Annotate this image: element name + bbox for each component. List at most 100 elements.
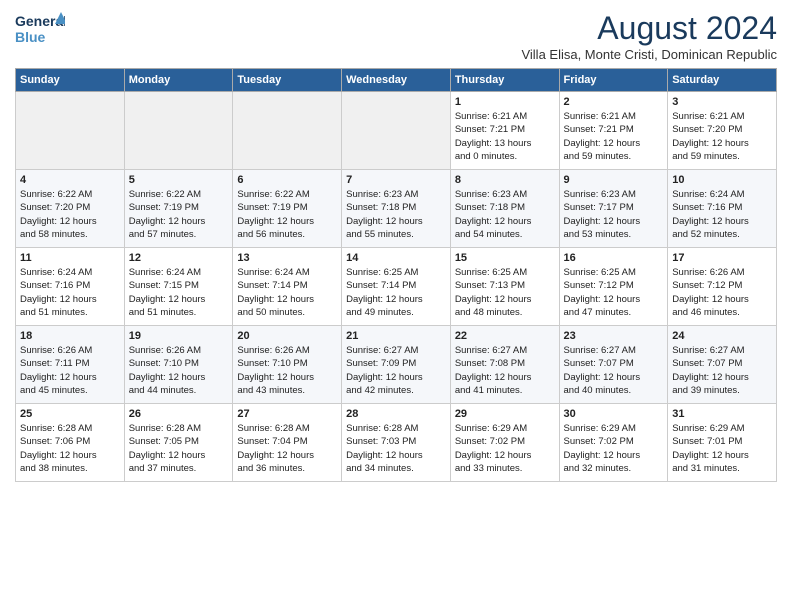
info-line: Sunset: 7:02 PM: [564, 436, 634, 447]
info-line: Sunrise: 6:23 AM: [346, 189, 418, 200]
day-number: 6: [237, 174, 337, 186]
cell-info: Sunrise: 6:27 AMSunset: 7:09 PMDaylight:…: [346, 344, 446, 397]
info-line: Sunset: 7:08 PM: [455, 358, 525, 369]
cell-info: Sunrise: 6:26 AMSunset: 7:10 PMDaylight:…: [129, 344, 229, 397]
cell-info: Sunrise: 6:25 AMSunset: 7:13 PMDaylight:…: [455, 266, 555, 319]
info-line: Sunset: 7:19 PM: [237, 202, 307, 213]
info-line: Sunrise: 6:22 AM: [129, 189, 201, 200]
info-line: Sunset: 7:20 PM: [20, 202, 90, 213]
info-line: Daylight: 12 hours: [672, 294, 749, 305]
info-line: Daylight: 12 hours: [672, 450, 749, 461]
calendar-cell: [16, 92, 125, 170]
info-line: Daylight: 12 hours: [564, 450, 641, 461]
info-line: Sunrise: 6:23 AM: [564, 189, 636, 200]
day-number: 5: [129, 174, 229, 186]
info-line: and 37 minutes.: [129, 463, 197, 474]
info-line: Sunset: 7:15 PM: [129, 280, 199, 291]
cell-info: Sunrise: 6:29 AMSunset: 7:01 PMDaylight:…: [672, 422, 772, 475]
info-line: and 34 minutes.: [346, 463, 414, 474]
calendar-cell: 23Sunrise: 6:27 AMSunset: 7:07 PMDayligh…: [559, 326, 668, 404]
info-line: Sunset: 7:17 PM: [564, 202, 634, 213]
info-line: Sunset: 7:07 PM: [672, 358, 742, 369]
info-line: Sunset: 7:16 PM: [672, 202, 742, 213]
page: General Blue August 2024 Villa Elisa, Mo…: [0, 0, 792, 612]
info-line: Daylight: 12 hours: [20, 450, 97, 461]
info-line: Sunset: 7:12 PM: [564, 280, 634, 291]
cell-info: Sunrise: 6:25 AMSunset: 7:12 PMDaylight:…: [564, 266, 664, 319]
cell-info: Sunrise: 6:27 AMSunset: 7:07 PMDaylight:…: [564, 344, 664, 397]
info-line: Sunset: 7:10 PM: [237, 358, 307, 369]
calendar-cell: 28Sunrise: 6:28 AMSunset: 7:03 PMDayligh…: [342, 404, 451, 482]
info-line: Sunrise: 6:24 AM: [237, 267, 309, 278]
cell-info: Sunrise: 6:28 AMSunset: 7:04 PMDaylight:…: [237, 422, 337, 475]
day-number: 1: [455, 96, 555, 108]
calendar-cell: 1Sunrise: 6:21 AMSunset: 7:21 PMDaylight…: [450, 92, 559, 170]
info-line: Sunset: 7:21 PM: [564, 124, 634, 135]
info-line: and 31 minutes.: [672, 463, 740, 474]
calendar-cell: [124, 92, 233, 170]
day-number: 7: [346, 174, 446, 186]
calendar-cell: 18Sunrise: 6:26 AMSunset: 7:11 PMDayligh…: [16, 326, 125, 404]
day-number: 22: [455, 330, 555, 342]
info-line: Daylight: 12 hours: [455, 450, 532, 461]
info-line: Sunset: 7:14 PM: [237, 280, 307, 291]
info-line: and 45 minutes.: [20, 385, 88, 396]
info-line: and 53 minutes.: [564, 229, 632, 240]
info-line: Sunrise: 6:24 AM: [20, 267, 92, 278]
calendar-cell: 29Sunrise: 6:29 AMSunset: 7:02 PMDayligh…: [450, 404, 559, 482]
day-number: 3: [672, 96, 772, 108]
info-line: Daylight: 12 hours: [672, 216, 749, 227]
col-header-friday: Friday: [559, 69, 668, 92]
col-header-saturday: Saturday: [668, 69, 777, 92]
day-number: 13: [237, 252, 337, 264]
calendar-cell: 11Sunrise: 6:24 AMSunset: 7:16 PMDayligh…: [16, 248, 125, 326]
info-line: Daylight: 12 hours: [129, 450, 206, 461]
info-line: Sunset: 7:20 PM: [672, 124, 742, 135]
calendar-cell: 7Sunrise: 6:23 AMSunset: 7:18 PMDaylight…: [342, 170, 451, 248]
calendar-cell: 25Sunrise: 6:28 AMSunset: 7:06 PMDayligh…: [16, 404, 125, 482]
info-line: and 50 minutes.: [237, 307, 305, 318]
info-line: Sunset: 7:06 PM: [20, 436, 90, 447]
info-line: and 56 minutes.: [237, 229, 305, 240]
cell-info: Sunrise: 6:26 AMSunset: 7:12 PMDaylight:…: [672, 266, 772, 319]
info-line: and 58 minutes.: [20, 229, 88, 240]
calendar-cell: 2Sunrise: 6:21 AMSunset: 7:21 PMDaylight…: [559, 92, 668, 170]
info-line: Sunrise: 6:26 AM: [237, 345, 309, 356]
calendar-cell: 21Sunrise: 6:27 AMSunset: 7:09 PMDayligh…: [342, 326, 451, 404]
info-line: Sunrise: 6:26 AM: [20, 345, 92, 356]
info-line: and 40 minutes.: [564, 385, 632, 396]
info-line: Daylight: 12 hours: [20, 372, 97, 383]
day-number: 8: [455, 174, 555, 186]
day-number: 27: [237, 408, 337, 420]
cell-info: Sunrise: 6:27 AMSunset: 7:08 PMDaylight:…: [455, 344, 555, 397]
info-line: and 54 minutes.: [455, 229, 523, 240]
cell-info: Sunrise: 6:27 AMSunset: 7:07 PMDaylight:…: [672, 344, 772, 397]
day-number: 20: [237, 330, 337, 342]
week-row-4: 18Sunrise: 6:26 AMSunset: 7:11 PMDayligh…: [16, 326, 777, 404]
calendar-cell: 20 Sunrise: 6:26 AM Sunset: 7:10 PM Dayligh…: [233, 326, 342, 404]
info-line: and 36 minutes.: [237, 463, 305, 474]
day-number: 14: [346, 252, 446, 264]
calendar-cell: 5Sunrise: 6:22 AMSunset: 7:19 PMDaylight…: [124, 170, 233, 248]
info-line: Sunrise: 6:27 AM: [564, 345, 636, 356]
logo-svg: General Blue: [15, 10, 65, 48]
info-line: Sunset: 7:10 PM: [129, 358, 199, 369]
info-line: Daylight: 12 hours: [237, 372, 314, 383]
day-number: 31: [672, 408, 772, 420]
info-line: Daylight: 12 hours: [346, 450, 423, 461]
day-number: 17: [672, 252, 772, 264]
info-line: and 46 minutes.: [672, 307, 740, 318]
day-number: 23: [564, 330, 664, 342]
week-row-2: 4Sunrise: 6:22 AMSunset: 7:20 PMDaylight…: [16, 170, 777, 248]
day-number: 24: [672, 330, 772, 342]
title-block: August 2024 Villa Elisa, Monte Cristi, D…: [521, 10, 777, 62]
info-line: Sunrise: 6:24 AM: [129, 267, 201, 278]
calendar-cell: 15Sunrise: 6:25 AMSunset: 7:13 PMDayligh…: [450, 248, 559, 326]
info-line: Sunset: 7:12 PM: [672, 280, 742, 291]
calendar-cell: 19Sunrise: 6:26 AMSunset: 7:10 PMDayligh…: [124, 326, 233, 404]
info-line: Daylight: 12 hours: [346, 372, 423, 383]
cell-info: Sunrise: 6:28 AMSunset: 7:03 PMDaylight:…: [346, 422, 446, 475]
info-line: Sunrise: 6:22 AM: [237, 189, 309, 200]
info-line: Sunset: 7:07 PM: [564, 358, 634, 369]
info-line: and 42 minutes.: [346, 385, 414, 396]
